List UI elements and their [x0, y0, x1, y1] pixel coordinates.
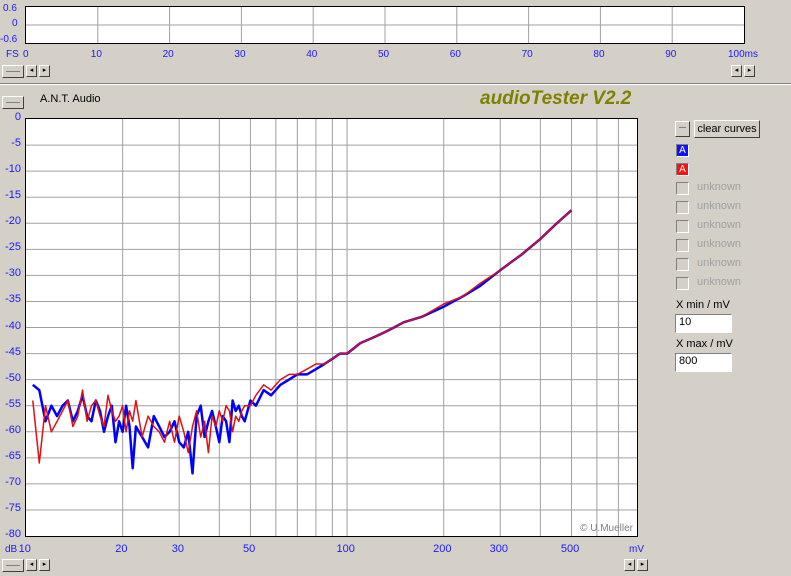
- channel-a-red-checkbox[interactable]: A: [676, 163, 689, 176]
- top-x-last-tick: 100ms: [728, 49, 759, 60]
- bottom-scroll-right-button[interactable]: ▸: [39, 559, 50, 571]
- side-spin-button[interactable]: [675, 121, 690, 137]
- bottom-scroll-right-button-right[interactable]: ▸: [637, 559, 648, 571]
- unknown-channel-checkbox[interactable]: [676, 239, 689, 252]
- y-tick-label: -45: [5, 345, 21, 358]
- top-x-tick-label: 70: [521, 49, 533, 60]
- top-spin-button[interactable]: [2, 65, 24, 78]
- top-y-tick-0: 0.6: [3, 3, 17, 14]
- top-x-tick-label: 10: [90, 49, 102, 60]
- top-chart-frame: [25, 6, 745, 44]
- y-tick-label: 0: [14, 111, 21, 123]
- clear-curves-button[interactable]: clear curves: [694, 120, 760, 138]
- y-tick-label: -35: [5, 293, 21, 306]
- main-chart-frame: © U.Mueller: [25, 118, 638, 537]
- x-tick-label: 50: [243, 543, 256, 555]
- top-scroll-right-button-right[interactable]: ▸: [744, 65, 755, 77]
- vendor-label: A.N.T. Audio: [40, 93, 101, 105]
- unknown-channel-label: unknown: [697, 276, 742, 288]
- top-x-tick-label: 40: [306, 49, 318, 60]
- x-max-label: X max / mV: [676, 338, 733, 350]
- main-chart-plot: [26, 119, 637, 536]
- y-tick-label: -60: [5, 423, 21, 436]
- unknown-channel-label: unknown: [697, 238, 742, 250]
- separator-line: [0, 83, 791, 85]
- y-tick-label: -40: [5, 319, 21, 332]
- top-x-tick-label: 30: [234, 49, 246, 60]
- channel-a-blue-checkbox[interactable]: A: [676, 144, 689, 157]
- top-x-tick-label: 20: [162, 49, 174, 60]
- x-tick-label: 30: [171, 543, 185, 555]
- top-scroll-right-button[interactable]: ▸: [39, 65, 50, 77]
- top-x-tick-label: 80: [593, 49, 605, 60]
- y-tick-label: -65: [5, 449, 21, 462]
- bottom-scroll-left-button-right[interactable]: ◂: [624, 559, 635, 571]
- top-scroll-left-button-right[interactable]: ◂: [731, 65, 742, 77]
- top-chart-grid: [26, 7, 744, 43]
- top-scroll-left-button[interactable]: ◂: [26, 65, 37, 77]
- y-tick-label: -75: [5, 501, 21, 514]
- y-tick-label: -5: [11, 137, 21, 150]
- top-y-tick-2: -0.6: [0, 34, 18, 45]
- unknown-channel-label: unknown: [697, 219, 742, 231]
- unknown-channel-checkbox[interactable]: [676, 220, 689, 233]
- x-tick-label: 100: [336, 543, 355, 555]
- top-x-tick-label: 60: [449, 49, 461, 60]
- y-tick-label: -55: [5, 397, 21, 410]
- main-spin-button[interactable]: [2, 96, 24, 109]
- y-tick-label: -80: [5, 528, 21, 540]
- bottom-spin-button[interactable]: [2, 559, 24, 572]
- y-tick-label: -20: [5, 215, 21, 228]
- unknown-channel-checkbox[interactable]: [676, 182, 689, 195]
- x-tick-label: 10: [18, 543, 31, 555]
- unknown-channel-label: unknown: [697, 257, 742, 269]
- unknown-channel-label: unknown: [697, 181, 742, 193]
- top-x-tick-label: 0: [23, 49, 29, 60]
- x-tick-label: 20: [115, 543, 128, 555]
- unknown-channel-checkbox[interactable]: [676, 201, 689, 214]
- x-tick-label: 300: [489, 543, 508, 555]
- x-tick-label: 200: [433, 543, 452, 555]
- top-fs-label: FS: [6, 49, 19, 60]
- y-tick-label: -10: [5, 163, 21, 176]
- x-tick-label: 500: [560, 543, 580, 555]
- y-unit-label: dB: [5, 544, 18, 555]
- top-x-tick-label: 50: [378, 49, 390, 60]
- y-tick-label: -50: [5, 371, 21, 384]
- copyright-label: © U.Mueller: [580, 523, 633, 534]
- unknown-channel-label: unknown: [697, 200, 742, 212]
- x-unit-label: mV: [629, 544, 644, 555]
- bottom-scroll-left-button[interactable]: ◂: [26, 559, 37, 571]
- y-tick-label: -25: [5, 241, 21, 254]
- x-min-label: X min / mV: [676, 299, 730, 311]
- x-min-input[interactable]: 10: [675, 314, 732, 333]
- app-title: audioTester V2.2: [480, 88, 632, 109]
- unknown-channel-checkbox[interactable]: [676, 277, 689, 290]
- y-tick-label: -70: [5, 475, 21, 488]
- unknown-channel-checkbox[interactable]: [676, 258, 689, 271]
- y-tick-label: -15: [5, 189, 21, 202]
- top-x-tick-label: 90: [665, 49, 677, 60]
- y-tick-label: -30: [5, 267, 21, 280]
- top-y-tick-1: 0: [12, 18, 18, 29]
- x-max-input[interactable]: 800: [675, 353, 732, 372]
